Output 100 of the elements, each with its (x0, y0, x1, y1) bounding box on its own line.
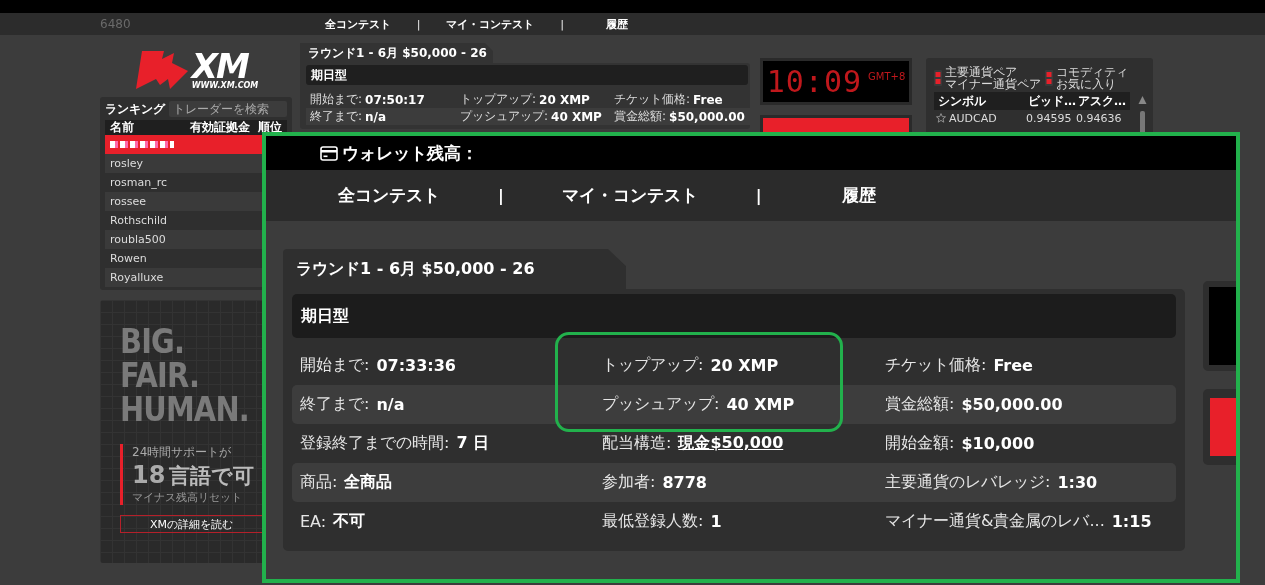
column-header: シンボル (938, 92, 987, 110)
field-label: トップアップ: (460, 91, 537, 108)
ad-headline: BIG. (120, 324, 186, 358)
ranking-row[interactable]: rosman_rc (105, 173, 262, 192)
field-label: 参加者: (602, 472, 656, 493)
star-icon[interactable] (936, 113, 946, 123)
field-label: チケット価格: (885, 355, 987, 376)
field-value: 7 日 (456, 433, 490, 454)
ranking-row[interactable]: rossee (105, 192, 262, 211)
column-header: 順位 (258, 119, 282, 136)
field-value: 20 XMP (539, 92, 590, 107)
toggle-icon (1045, 70, 1053, 86)
field-value: 40 XMP (726, 395, 795, 414)
ad-headline: FAIR. (120, 358, 201, 392)
field-value: $10,000 (961, 434, 1035, 453)
field-value: 全商品 (344, 472, 393, 493)
column-header: 有効証拠金 (190, 119, 250, 136)
market-tab[interactable]: 主要通貨ペア (945, 66, 1041, 78)
ask-cell-text: 0.94636 (1076, 111, 1123, 125)
ranking-title: ランキング (105, 100, 165, 118)
contest-tab[interactable]: マイ・コンテスト (446, 16, 535, 32)
contest-type-bar: 期日型 (306, 65, 748, 85)
field-value: 07:50:17 (365, 92, 425, 107)
field-label: 開始まで: (300, 355, 370, 376)
field-label: 賞金総額: (885, 394, 955, 415)
field-label: 商品: (300, 472, 338, 493)
field-value: n/a (365, 109, 387, 124)
field-value: 1 (710, 512, 722, 531)
contest-tab[interactable]: 全コンテスト (338, 184, 440, 207)
logo-url: WWW.XM.COM (191, 80, 259, 90)
field-label: マイナー通貨&貴金属のレバ... (885, 511, 1105, 532)
field-value: 07:33:36 (376, 356, 456, 375)
language-text: 言語で可 (169, 463, 255, 490)
ranking-row[interactable]: Rowen (105, 249, 262, 268)
field-value: Free (993, 356, 1033, 375)
ranking-row[interactable]: roubla500 (105, 230, 262, 249)
field-value: 1:30 (1057, 473, 1098, 492)
redacted-name (110, 141, 174, 148)
field-label: 開始金額: (885, 433, 955, 454)
field-value: 20 XMP (710, 356, 779, 375)
symbol-cell: AUDCAD (949, 111, 997, 125)
contest-tab[interactable]: 履歴 (605, 16, 628, 32)
support-label: 24時間サポートが (132, 444, 233, 461)
toggle-icon (934, 70, 942, 86)
column-header: 名前 (110, 119, 135, 136)
tab-separator: | (560, 18, 564, 30)
field-label: 最低登録人数: (602, 511, 704, 532)
column-header: ビッド… (1028, 92, 1077, 110)
ranking-row[interactable] (105, 135, 262, 154)
field-label: 配当構造: (602, 433, 672, 454)
field-value: $50,000.00 (669, 109, 745, 124)
field-label: 登録終了までの時間: (300, 433, 450, 454)
field-label: プッシュアップ: (460, 108, 549, 125)
field-label: 開始まで: (310, 91, 363, 108)
field-label: 終了まで: (300, 394, 370, 415)
tab-separator: | (417, 18, 421, 30)
clock-time: 10:09 (766, 64, 863, 99)
unregister-button[interactable] (760, 115, 912, 135)
column-header: アスク… (1078, 92, 1127, 110)
contest-tab[interactable]: マイ・コンテスト (561, 184, 698, 207)
field-value: 1:15 (1111, 512, 1152, 531)
field-value: 8778 (662, 473, 707, 492)
ranking-row[interactable]: Royalluxe (105, 268, 262, 287)
clock-timezone: GMT+8 (868, 71, 906, 82)
bull-logo-icon (133, 49, 190, 91)
contest-tab[interactable]: 全コンテスト (325, 16, 391, 32)
field-label: EA: (300, 512, 327, 531)
search-field[interactable]: トレーダーを検索 (169, 101, 287, 117)
ad-note: マイナス残高リセット (132, 490, 243, 505)
wallet-icon (320, 145, 338, 161)
logo-wordmark: XM (191, 50, 249, 81)
field-label: 主要通貨のレバレッジ: (885, 472, 1051, 493)
contest-tab[interactable]: 履歴 (841, 184, 876, 207)
contest-title-tab[interactable]: ラウンド1 - 6月 $50,000 - 26 (283, 249, 626, 289)
tab-separator: | (498, 186, 504, 205)
tab-separator: | (755, 186, 762, 205)
field-value: 40 XMP (551, 109, 602, 124)
market-tab[interactable]: マイナー通貨ペア (945, 78, 1041, 90)
wallet-balance-label: ウォレット残高： (342, 141, 478, 165)
field-label: トップアップ: (602, 355, 704, 376)
market-tab[interactable]: お気に入り (1056, 78, 1128, 90)
ad-headline: HUMAN. (120, 392, 250, 426)
language-count: 18 (132, 461, 166, 489)
field-label: チケット価格: (614, 91, 691, 108)
field-value: Free (693, 92, 723, 107)
field-value: 不可 (333, 511, 366, 532)
contest-type-bar: 期日型 (292, 294, 1176, 338)
field-value: $50,000.00 (961, 395, 1063, 414)
page-counter: 6480 (100, 17, 131, 31)
ranking-row[interactable]: Rothschild (105, 211, 262, 230)
field-value: n/a (376, 395, 405, 414)
field-label: 終了まで: (310, 108, 363, 125)
market-tab[interactable]: コモディティ (1056, 66, 1128, 78)
contest-title-tab[interactable]: ラウンド1 - 6月 $50,000 - 26 (300, 43, 493, 63)
ranking-row[interactable]: rosley (105, 154, 262, 173)
field-label: プッシュアップ: (602, 394, 720, 415)
read-more-button[interactable]: XMの詳細を読む (120, 515, 262, 533)
bid-cell-text: 0.94595 (1026, 111, 1073, 125)
field-label: 賞金総額: (614, 108, 667, 125)
prize-structure-link[interactable]: 現金$50,000 (678, 433, 784, 454)
